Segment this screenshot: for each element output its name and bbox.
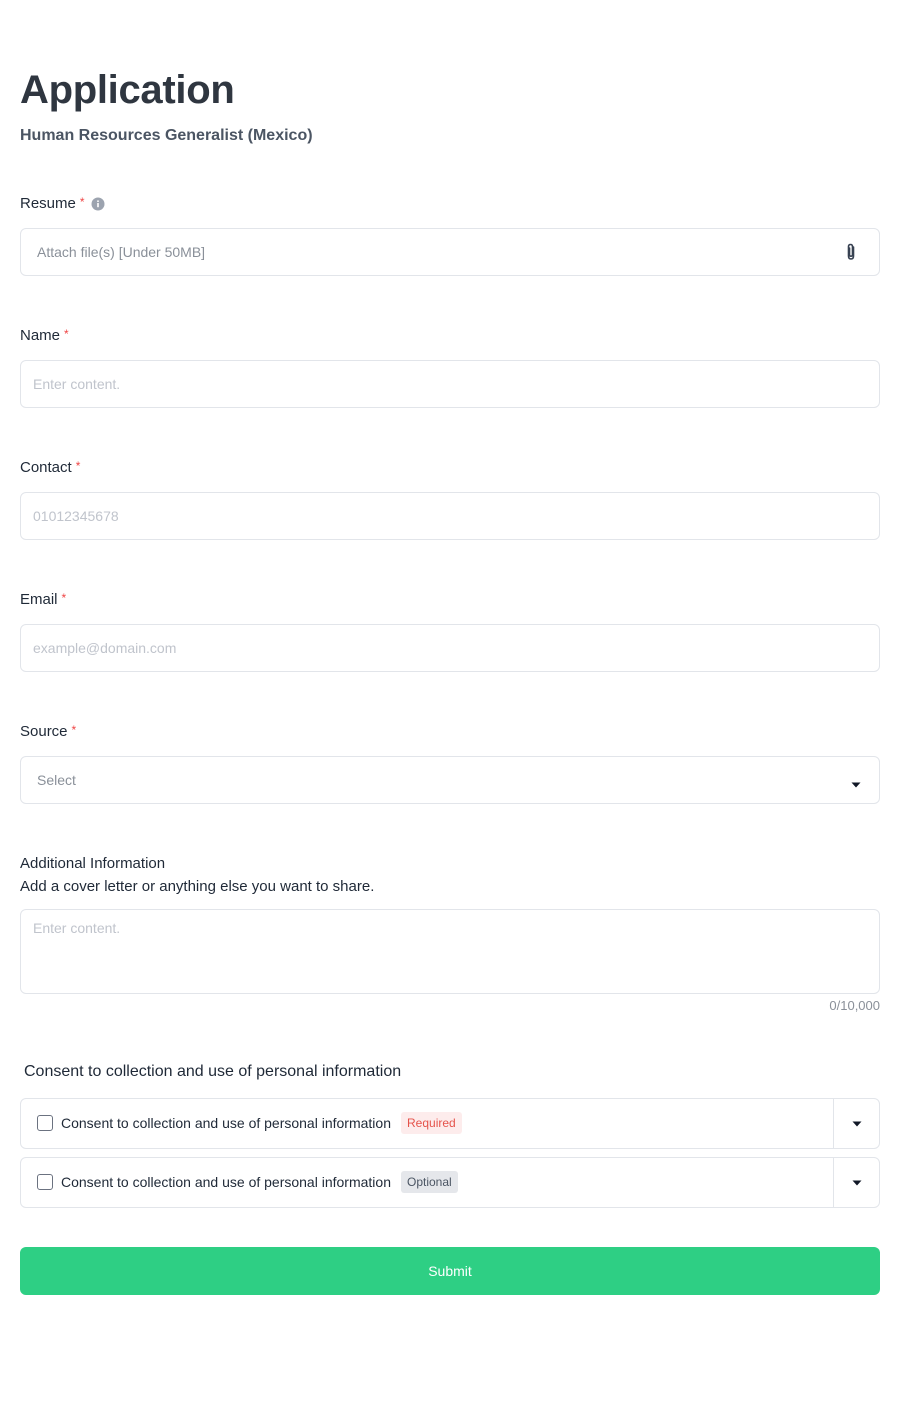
caret-down-icon: [852, 1180, 861, 1185]
name-field[interactable]: [20, 360, 880, 408]
required-badge: Required: [401, 1112, 462, 1134]
consent-optional-label[interactable]: Consent to collection and use of persona…: [61, 1158, 391, 1207]
email-input[interactable]: [21, 625, 879, 671]
additional-info-textarea[interactable]: [21, 910, 879, 993]
expand-consent-optional-button[interactable]: [834, 1158, 879, 1207]
email-label: Email: [20, 591, 58, 608]
consent-optional-checkbox[interactable]: [37, 1174, 53, 1190]
email-field[interactable]: [20, 624, 880, 672]
source-selected-value: Select: [37, 772, 76, 788]
submit-button[interactable]: Submit: [20, 1247, 880, 1295]
contact-input[interactable]: [21, 493, 879, 539]
source-select[interactable]: Select: [20, 756, 880, 804]
resume-file-input[interactable]: Attach file(s) [Under 50MB]: [20, 228, 880, 276]
contact-label: Contact: [20, 459, 72, 476]
resume-placeholder: Attach file(s) [Under 50MB]: [37, 244, 206, 260]
consent-required-label[interactable]: Consent to collection and use of persona…: [61, 1099, 391, 1148]
additional-info-field[interactable]: [20, 909, 880, 994]
required-mark: *: [71, 723, 77, 737]
required-mark: *: [75, 459, 81, 473]
optional-badge: Optional: [401, 1171, 458, 1193]
expand-consent-required-button[interactable]: [834, 1099, 879, 1148]
contact-label-row: Contact *: [20, 458, 80, 478]
additional-info-label: Additional Information: [20, 854, 165, 874]
character-counter: 0/10,000: [829, 998, 880, 1013]
consent-row-required: Consent to collection and use of persona…: [20, 1098, 880, 1149]
info-circle-icon[interactable]: [91, 197, 105, 211]
additional-info-help: Add a cover letter or anything else you …: [20, 878, 375, 895]
name-label-row: Name *: [20, 326, 69, 346]
caret-down-icon: [852, 1121, 861, 1126]
paperclip-icon[interactable]: [843, 242, 859, 267]
consent-heading: Consent to collection and use of persona…: [24, 1063, 402, 1080]
resume-label-row: Resume *: [20, 194, 105, 214]
required-mark: *: [64, 327, 69, 341]
caret-down-icon: [851, 776, 861, 794]
name-input[interactable]: [21, 361, 879, 407]
page-title: Application: [20, 68, 235, 112]
required-mark: *: [61, 591, 67, 605]
consent-row-optional: Consent to collection and use of persona…: [20, 1157, 880, 1208]
email-label-row: Email *: [20, 590, 66, 610]
required-mark: *: [79, 195, 85, 209]
source-label: Source: [20, 723, 68, 740]
contact-field[interactable]: [20, 492, 880, 540]
name-label: Name: [20, 327, 61, 344]
additional-info-label-text: Additional Information: [20, 855, 166, 872]
source-label-row: Source *: [20, 722, 76, 742]
application-page: Application Human Resources Generalist (…: [0, 0, 900, 1417]
job-title: Human Resources Generalist (Mexico): [20, 127, 313, 144]
resume-label: Resume: [20, 195, 76, 212]
consent-required-checkbox[interactable]: [37, 1115, 53, 1131]
